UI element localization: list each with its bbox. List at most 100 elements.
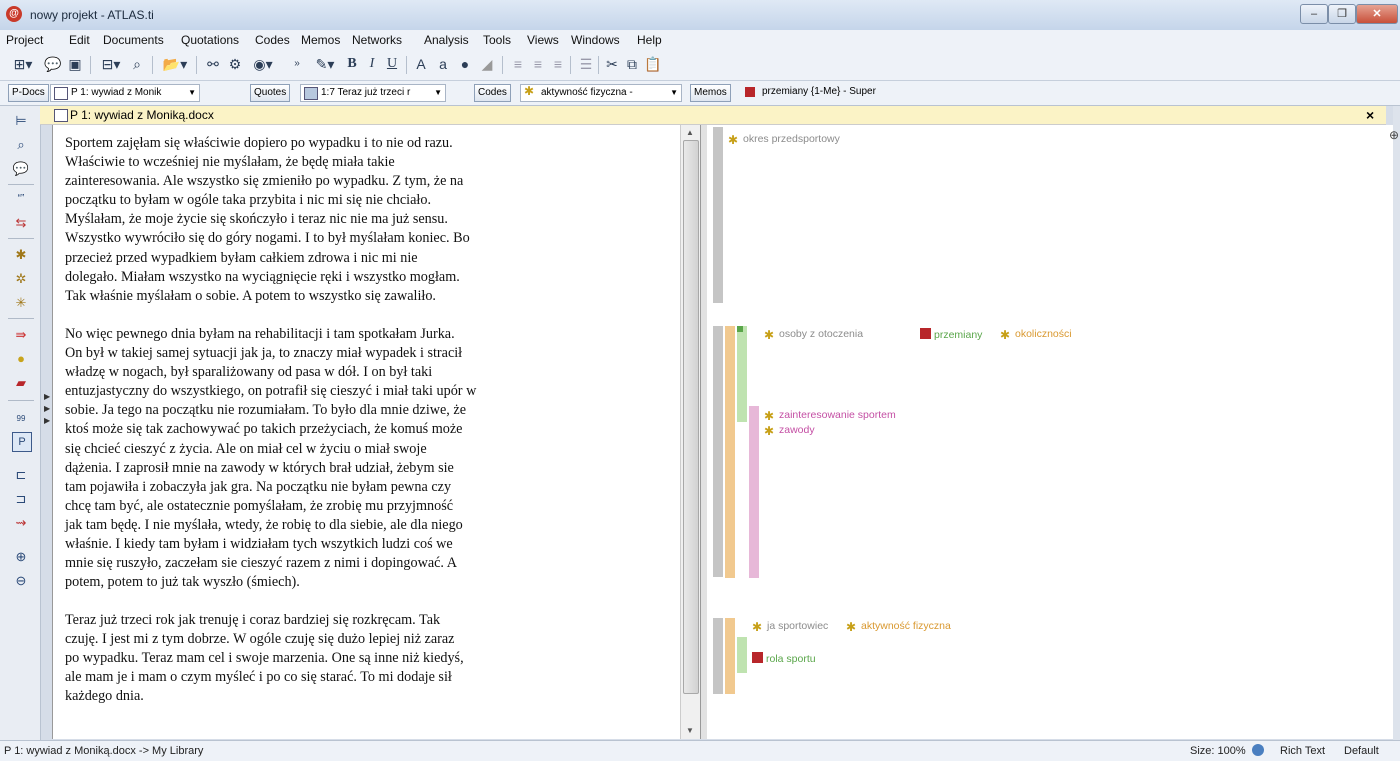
zoom-in-icon[interactable]: ⊕ xyxy=(12,548,30,566)
quotation-bar[interactable] xyxy=(713,326,723,577)
italic-icon[interactable]: I xyxy=(364,54,380,74)
document-tab-title[interactable]: P 1: wywiad z Moniką.docx xyxy=(70,108,214,122)
split-horizontal-icon[interactable]: ⊐ xyxy=(12,490,30,508)
pdocs-button[interactable]: P-Docs xyxy=(8,84,49,102)
close-window-button[interactable]: ✕ xyxy=(1356,4,1398,24)
menu-documents[interactable]: Documents xyxy=(103,33,164,47)
query-tool-icon[interactable]: ⚙ xyxy=(226,54,244,74)
code-tree-icon[interactable]: ⊨ xyxy=(12,112,30,130)
minimize-button[interactable]: – xyxy=(1300,4,1328,24)
code-okolicznosci[interactable]: ✱ okoliczności xyxy=(1000,328,1072,341)
color-icon[interactable]: ● xyxy=(456,54,474,74)
network-view-icon[interactable]: ⚯ xyxy=(204,54,222,74)
code-in-vivo-icon[interactable]: ✲ xyxy=(12,270,30,288)
memo-przemiany[interactable]: przemiany xyxy=(920,328,982,341)
search-icon[interactable]: ⌕ xyxy=(12,136,30,154)
memos-button[interactable]: Memos xyxy=(690,84,731,102)
pen-icon[interactable]: ✎▾ xyxy=(310,54,340,74)
assign-docs-icon[interactable]: ⊟▾ xyxy=(98,54,124,74)
font-size-up-icon[interactable]: A xyxy=(412,54,430,74)
align-center-icon[interactable]: ≡ xyxy=(530,54,546,74)
menu-quotations[interactable]: Quotations xyxy=(181,33,239,47)
scroll-down-icon[interactable]: ▼ xyxy=(686,726,694,735)
bullet-list-icon[interactable]: ☰ xyxy=(578,54,594,74)
paragraph-2[interactable]: No więc pewnego dnia byłam na rehabilita… xyxy=(65,325,476,592)
align-left-icon[interactable]: ≡ xyxy=(510,54,526,74)
code-aktywnosc-fizyczna[interactable]: ✱ aktywność fizyczna xyxy=(846,620,951,633)
quotation-bar[interactable] xyxy=(725,618,735,694)
comment-icon[interactable]: 💬 xyxy=(44,54,62,74)
align-right-icon[interactable]: ≡ xyxy=(550,54,566,74)
codes-button[interactable]: Codes xyxy=(474,84,511,102)
bold-icon[interactable]: B xyxy=(344,54,360,74)
menu-analysis[interactable]: Analysis xyxy=(424,33,469,47)
memo-rola-sportu[interactable]: rola sportu xyxy=(752,652,816,665)
scrollbar-thumb[interactable] xyxy=(683,140,699,694)
memo-icon[interactable]: ▰ xyxy=(12,374,30,392)
add-pane-icon[interactable]: ⊕ xyxy=(1389,128,1399,142)
status-zoom[interactable]: Size: 100% xyxy=(1190,745,1246,757)
memos-dropdown[interactable]: przemiany {1-Me} - Super xyxy=(742,84,1400,100)
globe-icon[interactable] xyxy=(1252,744,1264,756)
zoom-out-icon[interactable]: ⊖ xyxy=(12,572,30,590)
close-document-icon[interactable]: × xyxy=(1366,107,1374,123)
open-folder-icon[interactable]: 📂▾ xyxy=(160,54,190,74)
menu-windows[interactable]: Windows xyxy=(571,33,620,47)
scroll-up-icon[interactable]: ▲ xyxy=(686,128,694,137)
split-view-icon[interactable]: ⊏ xyxy=(12,466,30,484)
paste-icon[interactable]: 📋 xyxy=(644,54,661,74)
auto-code-icon[interactable]: ● xyxy=(12,350,30,368)
quotation-bar[interactable] xyxy=(737,326,747,422)
open-coding-icon[interactable]: ✱ xyxy=(12,246,30,264)
project-explorer-icon[interactable]: ⊞▾ xyxy=(10,54,36,74)
menu-codes[interactable]: Codes xyxy=(255,33,290,47)
code-zainteresowanie-sportem[interactable]: ✱ zainteresowanie sportem xyxy=(764,409,896,422)
menu-help[interactable]: Help xyxy=(637,33,662,47)
maximize-button[interactable]: ❐ xyxy=(1328,4,1356,24)
menu-project[interactable]: Project xyxy=(6,33,43,47)
menu-bar: Project Edit Documents Quotations Codes … xyxy=(0,30,1400,50)
code-okres-przedsportowy[interactable]: ✱ okres przedsportowy xyxy=(728,133,840,146)
toolbar-overflow-icon[interactable]: » xyxy=(290,54,304,74)
search-binoculars-icon[interactable]: ⌕ xyxy=(128,54,146,74)
menu-views[interactable]: Views xyxy=(527,33,559,47)
pdocs-dropdown[interactable]: P 1: wywiad z Monik ▼ xyxy=(50,84,200,102)
quote-link-icon[interactable]: ⇆ xyxy=(12,214,30,232)
menu-networks[interactable]: Networks xyxy=(352,33,402,47)
expand-arrow-icon[interactable]: ▶ xyxy=(44,404,50,413)
code-by-list-icon[interactable]: ✳ xyxy=(12,294,30,312)
paragraph-3[interactable]: Teraz już trzeci rok jak trenuję i coraz… xyxy=(65,611,464,706)
menu-tools[interactable]: Tools xyxy=(483,33,511,47)
codes-dropdown[interactable]: ✱ aktywność fizyczna - ▼ xyxy=(520,84,682,102)
save-icon[interactable]: ▣ xyxy=(66,54,84,74)
margin-toggle-icon[interactable]: P xyxy=(12,432,32,452)
code-osoby-z-otoczenia[interactable]: ✱ osoby z otoczenia xyxy=(764,328,863,341)
menu-edit[interactable]: Edit xyxy=(69,33,90,47)
code-ja-sportowiec[interactable]: ✱ ja sportowiec xyxy=(752,620,828,633)
link-icon[interactable]: ⇝ xyxy=(12,514,30,532)
line-numbers-icon[interactable]: 99 xyxy=(12,410,30,428)
quick-code-icon[interactable]: ⇛ xyxy=(12,326,30,344)
expand-arrow-icon[interactable]: ▶ xyxy=(44,416,50,425)
quotation-bar[interactable] xyxy=(737,637,747,673)
web-icon[interactable]: ◉▾ xyxy=(248,54,278,74)
eraser-icon[interactable]: ◢ xyxy=(478,54,496,74)
comment-icon[interactable]: 💬 xyxy=(12,160,30,178)
copy-icon[interactable]: ⧉ xyxy=(624,54,640,74)
font-size-down-icon[interactable]: a xyxy=(434,54,452,74)
underline-icon[interactable]: U xyxy=(384,54,400,74)
document-text-area[interactable]: Sportem zajęłam się właściwie dopiero po… xyxy=(52,125,681,739)
quotes-button[interactable]: Quotes xyxy=(250,84,291,102)
menu-memos[interactable]: Memos xyxy=(301,33,340,47)
cut-icon[interactable]: ✂ xyxy=(604,54,620,74)
quotation-bar[interactable] xyxy=(713,618,723,694)
quotation-bar[interactable] xyxy=(725,326,735,578)
code-zawody[interactable]: ✱ zawody xyxy=(764,424,815,437)
atlas-app-icon[interactable]: @ xyxy=(6,6,22,22)
quotation-bar[interactable] xyxy=(749,406,759,578)
expand-arrow-icon[interactable]: ▶ xyxy=(44,392,50,401)
quotation-bar[interactable] xyxy=(713,127,723,303)
paragraph-1[interactable]: Sportem zajęłam się właściwie dopiero po… xyxy=(65,134,470,306)
quote-marks-icon[interactable]: “” xyxy=(12,190,30,208)
quotes-dropdown[interactable]: 1:7 Teraz już trzeci r ▼ xyxy=(300,84,446,102)
